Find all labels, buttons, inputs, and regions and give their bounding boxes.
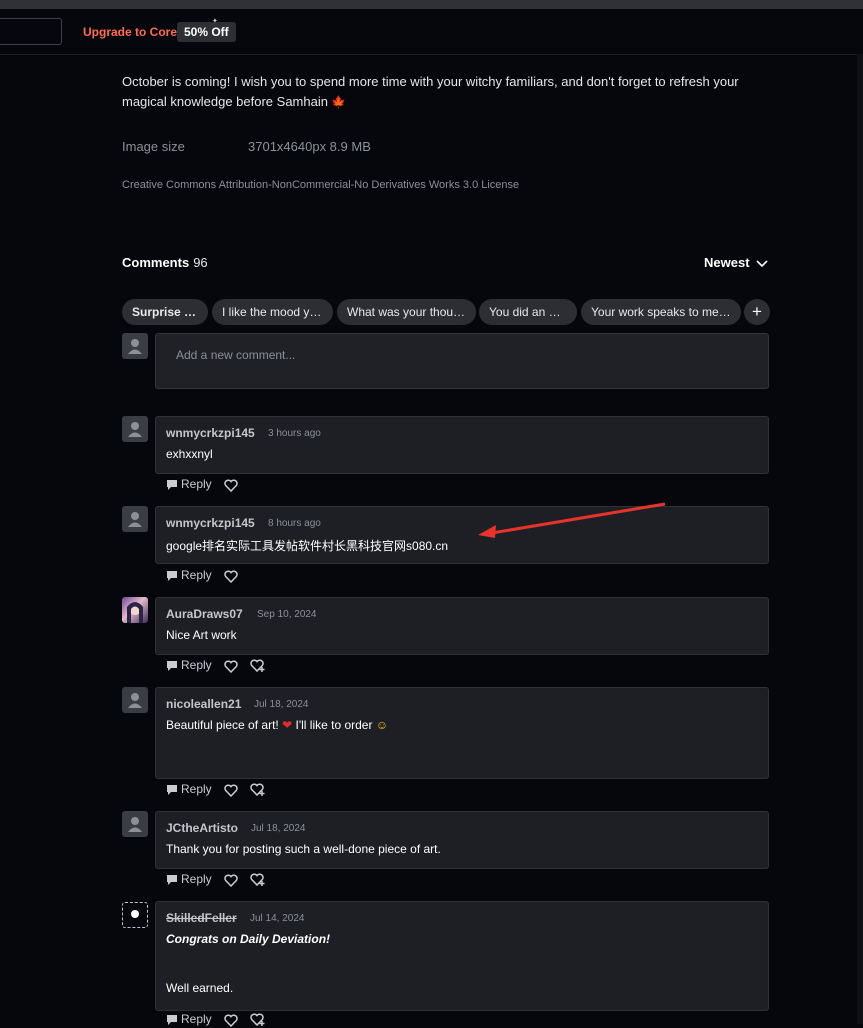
heart-icon <box>224 570 238 583</box>
badge-heart-icon <box>250 1013 265 1027</box>
reply-icon <box>167 875 177 885</box>
comment-username[interactable]: wnmycrkzpi145 <box>166 426 255 440</box>
smile-emoji-icon: ☺ <box>375 718 389 732</box>
new-comment-input[interactable] <box>174 347 738 363</box>
license-text[interactable]: Creative Commons Attribution-NonCommerci… <box>122 179 519 191</box>
avatar[interactable] <box>122 506 148 532</box>
red-heart-emoji-icon: ❤ <box>282 718 293 732</box>
sparkle-icon: ✦ <box>212 18 218 25</box>
scrollbar-track[interactable] <box>857 54 863 1024</box>
chevron-down-icon <box>755 260 768 268</box>
heart-icon <box>224 1014 238 1027</box>
reply-label: Reply <box>181 782 212 796</box>
comment-text-part: Beautiful piece of art! <box>166 718 279 732</box>
reply-icon <box>167 480 177 490</box>
avatar[interactable] <box>122 902 148 928</box>
like-button[interactable] <box>224 479 238 492</box>
discount-badge[interactable]: 50% Off <box>177 22 236 42</box>
comment-text: Thank you for posting such a well-done p… <box>166 842 441 856</box>
like-button[interactable] <box>224 660 238 673</box>
comment-card: nicoleallen21 Jul 18, 2024 Beautiful pie… <box>155 687 769 779</box>
suggestion-chip[interactable]: You did an a… <box>479 299 577 325</box>
reply-label: Reply <box>181 568 212 582</box>
reply-icon <box>167 661 177 671</box>
give-badge-button[interactable] <box>250 1013 266 1027</box>
upgrade-to-core-link[interactable]: Upgrade to Core <box>83 25 177 39</box>
comment-username[interactable]: nicoleallen21 <box>166 697 241 711</box>
like-button[interactable] <box>224 874 238 887</box>
heart-icon <box>224 874 238 887</box>
new-comment-box[interactable] <box>155 333 769 389</box>
window-top-strip <box>0 0 863 9</box>
suggestion-chip[interactable]: Surprise Me! <box>122 299 208 325</box>
badge-heart-icon <box>250 783 265 797</box>
comment-username[interactable]: AuraDraws07 <box>166 607 243 621</box>
avatar[interactable] <box>122 811 148 837</box>
give-badge-button[interactable] <box>250 783 266 797</box>
comment-text: Well earned. <box>166 981 234 995</box>
avatar[interactable] <box>122 597 148 623</box>
comment-suggestion-chips: Surprise Me! I like the mood y… What was… <box>122 299 772 325</box>
sort-dropdown[interactable]: Newest <box>704 255 768 270</box>
give-badge-button[interactable] <box>250 659 266 673</box>
heart-icon <box>224 479 238 492</box>
comment-timestamp[interactable]: 3 hours ago <box>268 428 321 439</box>
heart-icon <box>224 784 238 797</box>
suggestion-chip[interactable]: What was your thou… <box>337 299 476 325</box>
like-button[interactable] <box>224 1014 238 1027</box>
sort-label: Newest <box>704 255 750 270</box>
comment-timestamp[interactable]: 8 hours ago <box>268 518 321 529</box>
image-size-label: Image size <box>122 139 185 154</box>
comment-card: wnmycrkzpi145 3 hours ago exhxxnyl <box>155 416 769 474</box>
avatar[interactable] <box>122 687 148 713</box>
badge-heart-icon <box>250 659 265 673</box>
deviation-description: October is coming! I wish you to spend m… <box>122 72 772 112</box>
annotation-arrow <box>478 502 666 538</box>
comment-username[interactable]: SkilledFeller <box>166 911 237 925</box>
top-header: Upgrade to Core 50% Off ✦ <box>0 9 863 55</box>
comment-username[interactable]: wnmycrkzpi145 <box>166 516 255 530</box>
reply-label: Reply <box>181 872 212 886</box>
reply-label: Reply <box>181 477 212 491</box>
avatar <box>122 333 148 359</box>
like-button[interactable] <box>224 784 238 797</box>
suggestion-chip[interactable]: Your work speaks to me … <box>581 299 741 325</box>
comment-text: Beautiful piece of art! ❤ I'll like to o… <box>166 718 388 732</box>
comment-text: Congrats on Daily Deviation! <box>166 932 331 946</box>
description-text: October is coming! I wish you to spend m… <box>122 74 739 109</box>
reply-icon <box>167 785 177 795</box>
reply-label: Reply <box>181 658 212 672</box>
suggestion-chip[interactable]: I like the mood y… <box>212 299 333 325</box>
add-suggestion-button[interactable]: + <box>744 299 770 325</box>
avatar[interactable] <box>122 416 148 442</box>
give-badge-button[interactable] <box>250 873 266 887</box>
comments-count: 96 <box>193 255 208 270</box>
comment-text: exhxxnyl <box>166 447 213 461</box>
comment-text-part: I'll like to order <box>295 718 373 732</box>
like-button[interactable] <box>224 570 238 583</box>
image-size-value: 3701x4640px 8.9 MB <box>248 139 371 154</box>
comment-card: wnmycrkzpi145 8 hours ago google排名实际工具发帖… <box>155 506 769 564</box>
comment-card: AuraDraws07 Sep 10, 2024 Nice Art work <box>155 597 769 655</box>
comment-text: google排名实际工具发帖软件村长黑科技官网s080.cn <box>166 539 449 553</box>
comment-timestamp[interactable]: Jul 18, 2024 <box>254 699 309 710</box>
comment-timestamp[interactable]: Sep 10, 2024 <box>257 609 317 620</box>
search-input[interactable] <box>0 18 62 45</box>
comment-card: SkilledFeller Jul 14, 2024 Congrats on D… <box>155 901 769 1011</box>
comment-timestamp[interactable]: Jul 14, 2024 <box>250 913 305 924</box>
reply-icon <box>167 1015 177 1025</box>
heart-icon <box>224 660 238 673</box>
comment-username[interactable]: JCtheArtisto <box>166 821 238 835</box>
badge-heart-icon <box>250 873 265 887</box>
maple-leaf-icon: 🍁 <box>330 95 346 109</box>
comment-card: JCtheArtisto Jul 18, 2024 Thank you for … <box>155 811 769 869</box>
comment-timestamp[interactable]: Jul 18, 2024 <box>251 823 306 834</box>
comments-title: Comments <box>122 255 190 270</box>
comment-text: Nice Art work <box>166 628 237 642</box>
comments-heading: Comments 96 <box>122 255 208 270</box>
reply-icon <box>167 571 177 581</box>
